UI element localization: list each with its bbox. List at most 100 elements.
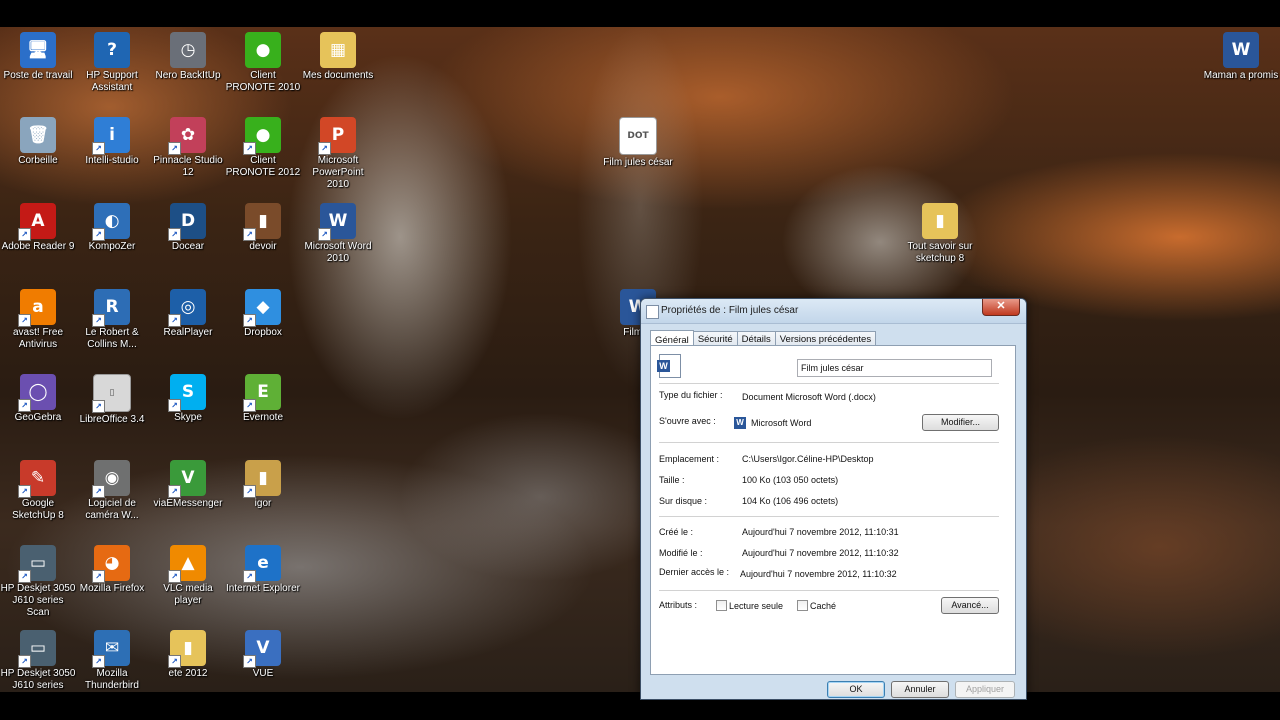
shortcut-arrow-icon: ↗: [318, 228, 331, 241]
shortcut-arrow-icon: ↗: [92, 570, 105, 583]
desktop-icon[interactable]: DOT Film jules césar: [600, 117, 676, 169]
desktop-icon[interactable]: i ↗ Intelli-studio: [74, 117, 150, 167]
desktop-icon[interactable]: ✉ ↗ Mozilla Thunderbird: [74, 630, 150, 692]
desktop-icon[interactable]: ▮ ↗ devoir: [225, 203, 301, 253]
app-icon: ◎ ↗: [168, 289, 206, 327]
shortcut-arrow-icon: ↗: [168, 314, 181, 327]
apply-button[interactable]: Appliquer: [955, 681, 1015, 698]
app-icon: i ↗: [92, 117, 130, 155]
opens-with-value: Microsoft Word: [751, 418, 812, 428]
app-icon: A ↗: [18, 203, 56, 241]
desktop-icon[interactable]: ◉ ↗ Logiciel de caméra W...: [74, 460, 150, 522]
desktop-icon[interactable]: ◐ ↗ KompoZer: [74, 203, 150, 253]
desktop-icon[interactable]: a ↗ avast! Free Antivirus: [0, 289, 76, 351]
desktop-icon[interactable]: A ↗ Adobe Reader 9: [0, 203, 76, 253]
desktop-icon-label: Mozilla Firefox: [79, 583, 145, 594]
shortcut-arrow-icon: ↗: [318, 142, 331, 155]
app-icon: S ↗: [168, 374, 206, 412]
desktop-icon[interactable]: ◯ ↗ GeoGebra: [0, 374, 76, 424]
app-icon: ◯ ↗: [18, 374, 56, 412]
desktop-icon-label: Tout savoir sur sketchup 8: [907, 241, 973, 264]
desktop-icon[interactable]: S ↗ Skype: [150, 374, 226, 424]
size-label: Taille :: [659, 475, 685, 485]
desktop-icon[interactable]: D ↗ Docear: [150, 203, 226, 253]
shortcut-arrow-icon: ↗: [243, 228, 256, 241]
readonly-label[interactable]: Lecture seule: [729, 601, 783, 611]
app-icon: ▲ ↗: [168, 545, 206, 583]
desktop-icon-label: Pinnacle Studio 12: [153, 155, 223, 178]
desktop-icon[interactable]: ▭ ↗ HP Deskjet 3050 J610 series: [0, 630, 76, 692]
desktop-icon[interactable]: ? HP Support Assistant: [74, 32, 150, 94]
desktop-icon[interactable]: V ↗ viaEMessenger: [150, 460, 226, 510]
advanced-button[interactable]: Avancé...: [941, 597, 999, 614]
modify-button[interactable]: Modifier...: [922, 414, 999, 431]
shortcut-arrow-icon: ↗: [18, 399, 31, 412]
desktop-icon[interactable]: ◆ ↗ Dropbox: [225, 289, 301, 339]
app-icon: ?: [94, 32, 130, 68]
desktop-icon-label: devoir: [249, 241, 277, 252]
desktop-icon[interactable]: e ↗ Internet Explorer: [225, 545, 301, 595]
app-icon: R ↗: [92, 289, 130, 327]
close-button[interactable]: ✕: [982, 299, 1020, 316]
attributes-label: Attributs :: [659, 600, 698, 610]
shortcut-arrow-icon: ↗: [92, 400, 105, 413]
desktop-icon-label: Evernote: [242, 412, 284, 423]
desktop-icon-label: Client PRONOTE 2010: [225, 70, 301, 93]
app-icon: E ↗: [243, 374, 281, 412]
desktop-icon[interactable]: 🖥 Poste de travail: [0, 32, 76, 82]
file-type-value: Document Microsoft Word (.docx): [742, 392, 876, 402]
desktop-icon[interactable]: ✎ ↗ Google SketchUp 8: [0, 460, 76, 522]
desktop-icon[interactable]: ◷ Nero BackItUp: [150, 32, 226, 82]
app-icon: W ↗: [318, 203, 356, 241]
cancel-button[interactable]: Annuler: [891, 681, 949, 698]
desktop-icon[interactable]: W ↗ Microsoft Word 2010: [300, 203, 376, 265]
desktop-icon[interactable]: ◎ ↗ RealPlayer: [150, 289, 226, 339]
app-icon: 🖥: [20, 32, 56, 68]
desktop-icon-label: VUE: [252, 668, 274, 679]
file-name-field[interactable]: Film jules césar: [797, 359, 992, 377]
desktop-icon[interactable]: ◕ ↗ Mozilla Firefox: [74, 545, 150, 595]
desktop-icon[interactable]: W Maman a promis: [1203, 32, 1279, 82]
desktop-icon[interactable]: ▮ Tout savoir sur sketchup 8: [902, 203, 978, 265]
desktop-icon[interactable]: ▯ ↗ LibreOffice 3.4: [74, 374, 150, 426]
shortcut-arrow-icon: ↗: [243, 142, 256, 155]
ok-button[interactable]: OK: [827, 681, 885, 698]
app-icon: ▮ ↗: [243, 203, 281, 241]
desktop-icon[interactable]: 🗑 Corbeille: [0, 117, 76, 167]
hidden-label[interactable]: Caché: [810, 601, 836, 611]
disk-size-label: Sur disque :: [659, 496, 708, 506]
desktop-icon[interactable]: ▮ ↗ ete 2012: [150, 630, 226, 680]
desktop-icon-label: Poste de travail: [3, 70, 73, 81]
shortcut-arrow-icon: ↗: [18, 655, 31, 668]
created-value: Aujourd'hui 7 novembre 2012, 11:10:31: [742, 527, 899, 537]
location-label: Emplacement :: [659, 454, 720, 464]
desktop-icon-label: Film jules césar: [603, 157, 673, 168]
desktop-icon[interactable]: ▦ Mes documents: [300, 32, 376, 82]
dialog-titlebar[interactable]: Propriétés de : Film jules césar ✕: [641, 299, 1026, 324]
size-value: 100 Ko (103 050 octets): [742, 475, 839, 485]
readonly-checkbox[interactable]: [716, 600, 727, 611]
desktop-icon[interactable]: ✿ ↗ Pinnacle Studio 12: [150, 117, 226, 179]
desktop-icon-label: HP Deskjet 3050 J610 series Scan: [0, 583, 76, 618]
app-icon: W: [1223, 32, 1259, 68]
desktop-icon-label: Internet Explorer: [226, 583, 300, 594]
desktop-icon[interactable]: V ↗ VUE: [225, 630, 301, 680]
desktop-icon[interactable]: R ↗ Le Robert & Collins M...: [74, 289, 150, 351]
desktop-icon-label: Maman a promis: [1203, 70, 1279, 81]
desktop-icon[interactable]: P ↗ Microsoft PowerPoint 2010: [300, 117, 376, 191]
created-label: Créé le :: [659, 527, 694, 537]
desktop-icon[interactable]: ▲ ↗ VLC media player: [150, 545, 226, 607]
desktop-icon[interactable]: ● ↗ Client PRONOTE 2012: [225, 117, 301, 179]
desktop-icon-label: GeoGebra: [14, 412, 62, 423]
opens-with-label: S'ouvre avec :: [659, 416, 716, 426]
desktop-icon-label: KompoZer: [88, 241, 136, 252]
desktop-icon-label: RealPlayer: [163, 327, 213, 338]
desktop-icon-label: Google SketchUp 8: [12, 498, 64, 521]
desktop-icon[interactable]: ▮ ↗ igor: [225, 460, 301, 510]
desktop-icon[interactable]: ▭ ↗ HP Deskjet 3050 J610 series Scan: [0, 545, 76, 619]
hidden-checkbox[interactable]: [797, 600, 808, 611]
desktop-icon[interactable]: ● Client PRONOTE 2010: [225, 32, 301, 94]
desktop-icon[interactable]: E ↗ Evernote: [225, 374, 301, 424]
app-icon: ◐ ↗: [92, 203, 130, 241]
desktop-icon-label: Microsoft PowerPoint 2010: [312, 155, 364, 190]
